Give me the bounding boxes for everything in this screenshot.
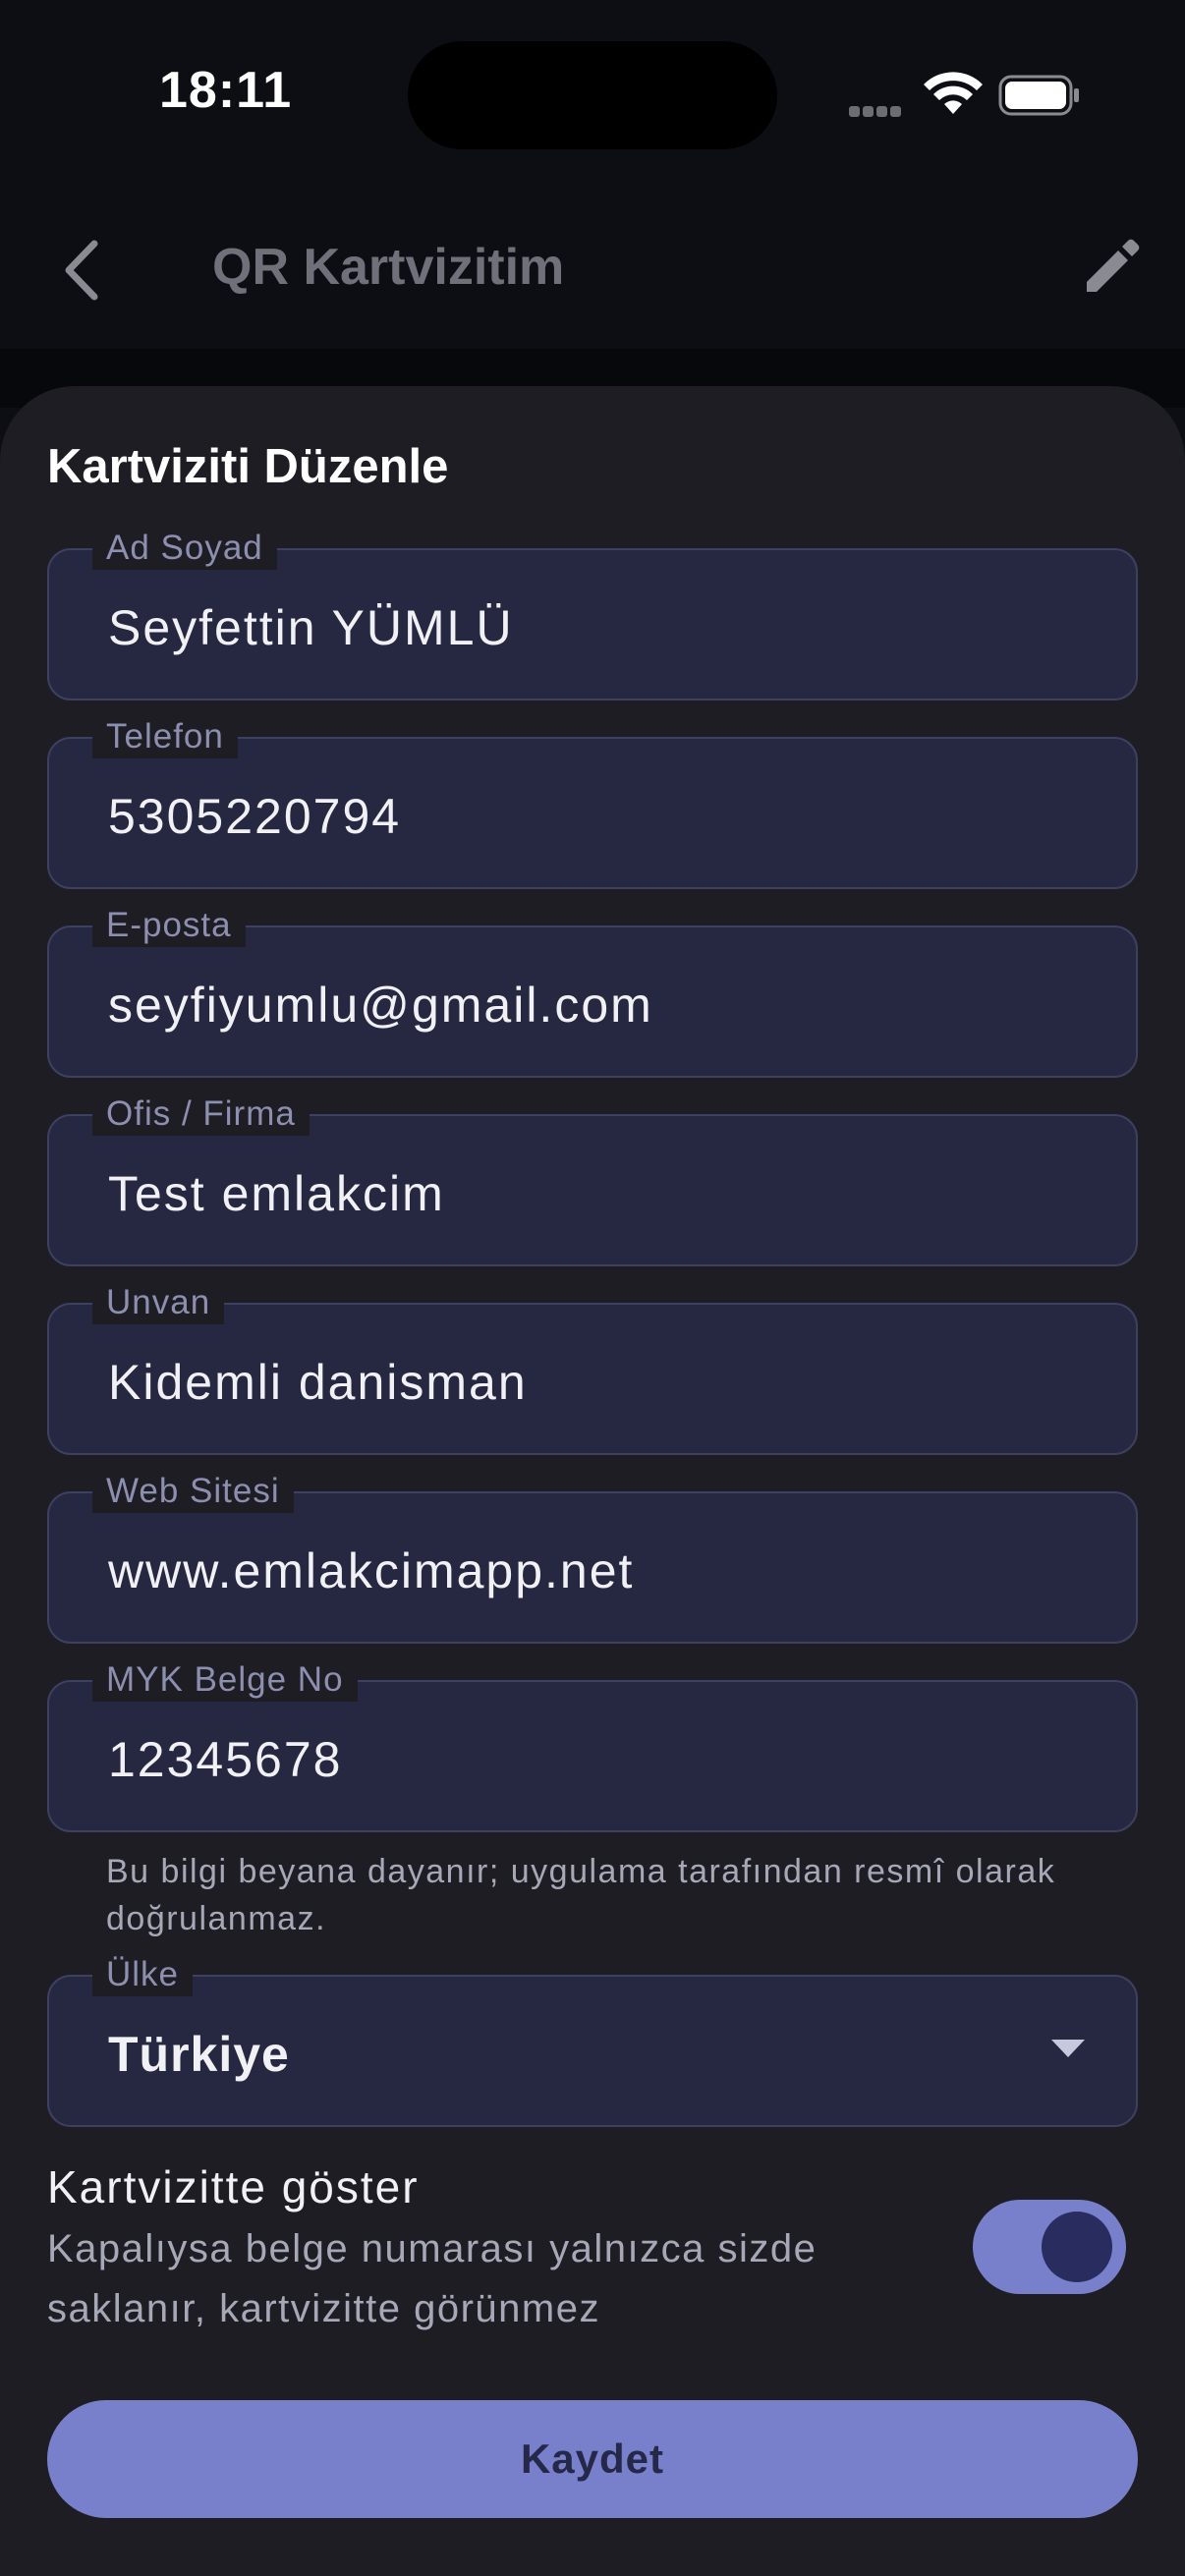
wifi-icon [924,72,983,114]
pencil-icon[interactable] [1077,231,1148,302]
status-bar: 18:11 [0,0,1185,187]
country-select-label: Ülke [92,1953,194,1996]
office-field-value[interactable]: Test emlakcim [108,1165,445,1222]
certificate-field-value[interactable]: 12345678 [108,1731,342,1788]
country-select[interactable]: Ülke Türkiye [47,1953,1138,2127]
phone-field-value[interactable]: 5305220794 [108,788,401,845]
battery-icon [998,75,1079,116]
title-field-value[interactable]: Kidemli danisman [108,1354,528,1411]
certificate-hint: Bu bilgi beyana dayanır; uygulama tarafı… [106,1853,1056,1937]
country-select-value[interactable]: Türkiye [108,2026,290,2083]
show-on-card-toggle[interactable] [973,2200,1126,2294]
status-time: 18:11 [159,62,293,119]
edit-sheet: Kartviziti Düzenle Ad Soyad Seyfettin YÜ… [0,386,1185,2576]
email-field[interactable]: E-posta seyfiyumlu@gmail.com [47,904,1138,1078]
show-on-card-description: Kapalıysa belge numarası yalnızca sizde … [47,2227,818,2330]
website-field-value[interactable]: www.emlakcimapp.net [108,1542,634,1599]
app-title: QR Kartvizitim [212,239,565,296]
email-field-label: E-posta [92,904,246,947]
certificate-field-label: MYK Belge No [92,1658,358,1702]
title-field[interactable]: Unvan Kidemli danisman [47,1281,1138,1455]
signal-icon [849,104,904,122]
name-field-value[interactable]: Seyfettin YÜMLÜ [108,599,514,656]
toggle-knob [1042,2212,1112,2282]
title-field-label: Unvan [92,1281,225,1324]
website-field-label: Web Sitesi [92,1470,294,1513]
certificate-field[interactable]: MYK Belge No 12345678 [47,1658,1138,1832]
name-field[interactable]: Ad Soyad Seyfettin YÜMLÜ [47,527,1138,700]
email-field-value[interactable]: seyfiyumlu@gmail.com [108,977,653,1034]
dynamic-island [408,41,777,149]
chevron-left-icon[interactable] [55,236,110,305]
phone-field[interactable]: Telefon 5305220794 [47,715,1138,889]
save-button[interactable]: Kaydet [47,2400,1138,2518]
sheet-title: Kartviziti Düzenle [47,440,449,493]
website-field[interactable]: Web Sitesi www.emlakcimapp.net [47,1470,1138,1644]
phone-field-label: Telefon [92,715,238,758]
name-field-label: Ad Soyad [92,527,277,570]
office-field[interactable]: Ofis / Firma Test emlakcim [47,1092,1138,1266]
show-on-card-title: Kartvizitte göster [47,2161,420,2212]
dropdown-arrow-icon[interactable] [1051,2040,1085,2057]
app-bar: QR Kartvizitim [0,187,1185,349]
office-field-label: Ofis / Firma [92,1092,310,1136]
